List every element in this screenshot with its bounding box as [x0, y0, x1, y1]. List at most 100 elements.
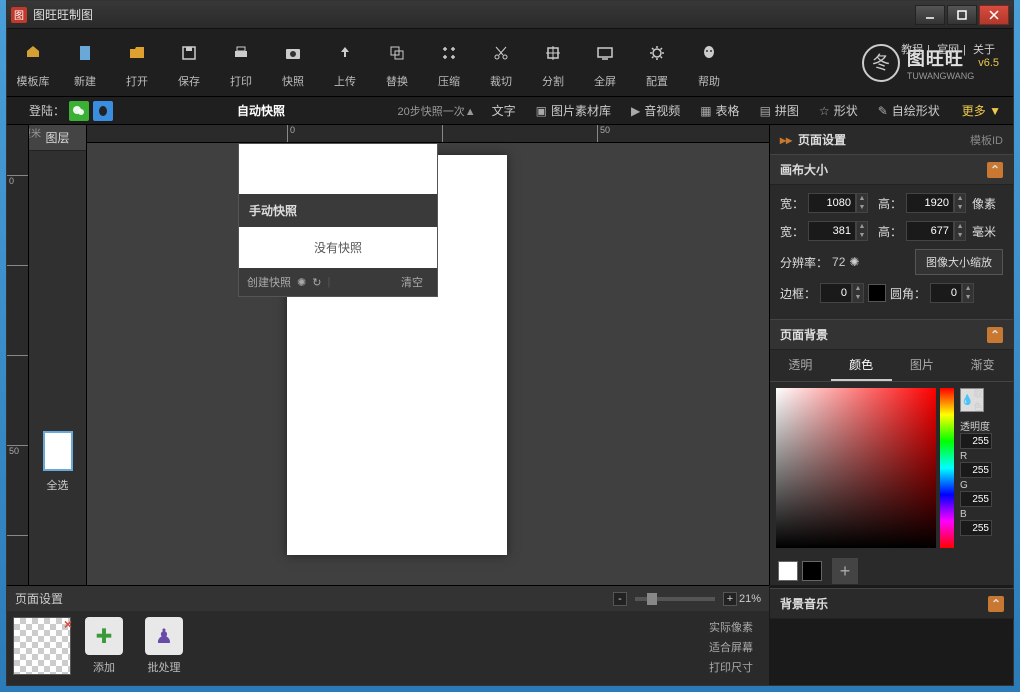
resize-image-button[interactable]: 图像大小缩放: [915, 249, 1003, 275]
width-mm-stepper[interactable]: ▲▼: [856, 221, 868, 241]
tab-freehand[interactable]: ✎自绘形状: [868, 97, 950, 125]
close-button[interactable]: [979, 5, 1009, 25]
canvas-area[interactable]: 0 50 手动快照 没有快照 创建快照 ✺ ↻ | 清空: [87, 125, 769, 585]
hue-slider[interactable]: [940, 388, 954, 548]
tool-file[interactable]: 新建: [59, 31, 111, 95]
link-official[interactable]: 官网: [937, 44, 959, 56]
tool-cut[interactable]: 裁切: [475, 31, 527, 95]
width-px-stepper[interactable]: ▲▼: [856, 193, 868, 213]
tool-swap[interactable]: 替换: [371, 31, 423, 95]
camera-icon: [277, 37, 309, 69]
tab-image-lib[interactable]: ▣图片素材库: [526, 97, 621, 125]
tab-auto-snapshot[interactable]: 自动快照: [227, 97, 295, 125]
layers-panel: 图层 全选: [29, 125, 87, 585]
b-label: B: [960, 509, 992, 520]
maximize-button[interactable]: [947, 5, 977, 25]
tab-table[interactable]: ▦表格: [690, 97, 749, 125]
tool-camera[interactable]: 快照: [267, 31, 319, 95]
tool-help[interactable]: 帮助: [683, 31, 735, 95]
tab-audio-video[interactable]: ▶音视频: [621, 97, 690, 125]
save-icon: [173, 37, 205, 69]
vertical-ruler: 0 50: [7, 125, 29, 585]
link-about[interactable]: 关于: [973, 44, 995, 56]
width-px-input[interactable]: [808, 193, 856, 213]
logo-icon: 冬: [861, 43, 901, 83]
alpha-label: 透明度: [960, 418, 992, 433]
tool-crop[interactable]: 分割: [527, 31, 579, 95]
qq-login-icon[interactable]: [93, 101, 113, 121]
snapshot-preview: [239, 144, 437, 194]
alpha-input[interactable]: [960, 433, 992, 449]
zoom-out-button[interactable]: -: [613, 592, 627, 606]
plus-icon: ✚: [96, 624, 113, 649]
tool-gear[interactable]: 配置: [631, 31, 683, 95]
unit-mm: 毫米: [972, 223, 996, 240]
bg-tab-gradient[interactable]: 渐变: [952, 350, 1013, 381]
height-mm-stepper[interactable]: ▲▼: [954, 221, 966, 241]
zoom-in-button[interactable]: +: [723, 592, 737, 606]
g-input[interactable]: [960, 491, 992, 507]
width-label: 宽：: [780, 195, 804, 212]
r-input[interactable]: [960, 462, 992, 478]
login-label: 登陆：: [29, 102, 65, 119]
height-mm-input[interactable]: [906, 221, 954, 241]
tool-print[interactable]: 打印: [215, 31, 267, 95]
tool-compress[interactable]: 压缩: [423, 31, 475, 95]
refresh-icon[interactable]: ↻: [312, 276, 321, 289]
width-mm-input[interactable]: [808, 221, 856, 241]
tool-save[interactable]: 保存: [163, 31, 215, 95]
layer-thumbnail[interactable]: [43, 431, 73, 471]
swatch-white[interactable]: [778, 561, 798, 581]
border-stepper[interactable]: ▲▼: [852, 283, 864, 303]
manual-snapshot-label: 手动快照: [239, 194, 437, 227]
template-id-button[interactable]: 模板ID: [970, 132, 1003, 148]
add-swatch-button[interactable]: +: [832, 558, 858, 584]
border-input[interactable]: [820, 283, 852, 303]
tool-upload[interactable]: 上传: [319, 31, 371, 95]
add-page-button[interactable]: ✚ 添加: [79, 617, 129, 677]
radius-input[interactable]: [930, 283, 962, 303]
zoom-slider[interactable]: [635, 597, 715, 601]
b-input[interactable]: [960, 520, 992, 536]
page-thumbnail[interactable]: ×: [13, 617, 71, 675]
border-color-swatch[interactable]: [868, 284, 886, 302]
tool-screen[interactable]: 全屏: [579, 31, 631, 95]
color-saturation-field[interactable]: [776, 388, 936, 548]
tool-home[interactable]: 模板库: [7, 31, 59, 95]
select-all-button[interactable]: 全选: [47, 477, 69, 493]
print-size-button[interactable]: 打印尺寸: [709, 657, 753, 677]
height-px-stepper[interactable]: ▲▼: [954, 193, 966, 213]
tool-folder[interactable]: 打开: [111, 31, 163, 95]
link-tutorial[interactable]: 教程: [901, 44, 923, 56]
bg-tab-image[interactable]: 图片: [892, 350, 953, 381]
radius-stepper[interactable]: ▲▼: [962, 283, 974, 303]
gear-icon[interactable]: ✺: [297, 276, 306, 289]
tab-puzzle[interactable]: ▤拼图: [750, 97, 809, 125]
create-snapshot-button[interactable]: 创建快照: [247, 274, 291, 290]
bg-tab-transparent[interactable]: 透明: [770, 350, 831, 381]
swatch-black[interactable]: [802, 561, 822, 581]
height-px-input[interactable]: [906, 193, 954, 213]
batch-button[interactable]: ♟ 批处理: [139, 617, 189, 677]
actual-pixels-button[interactable]: 实际像素: [709, 617, 753, 637]
border-label: 边框：: [780, 285, 816, 302]
r-label: R: [960, 451, 992, 462]
snapshot-info: 20步快照一次▲: [397, 103, 475, 119]
tab-shape[interactable]: ☆形状: [809, 97, 868, 125]
star-icon: ☆: [819, 104, 830, 118]
minimize-button[interactable]: [915, 5, 945, 25]
close-icon[interactable]: ×: [64, 616, 72, 632]
fit-screen-button[interactable]: 适合屏幕: [709, 637, 753, 657]
clear-snapshot-button[interactable]: 清空: [401, 274, 423, 290]
more-button[interactable]: 更多 ▼: [950, 102, 1013, 119]
eyedropper-button[interactable]: 💧取色: [960, 388, 984, 412]
collapse-icon[interactable]: ⌃: [987, 327, 1003, 343]
gear-icon[interactable]: ✺: [849, 255, 859, 269]
bg-tab-color[interactable]: 颜色: [831, 350, 892, 381]
canvas-size-title: 画布大小: [780, 161, 828, 178]
compress-icon: [433, 37, 465, 69]
collapse-icon[interactable]: ⌃: [988, 596, 1004, 612]
wechat-login-icon[interactable]: [69, 101, 89, 121]
collapse-icon[interactable]: ⌃: [987, 162, 1003, 178]
tab-text[interactable]: 文字: [482, 97, 526, 125]
